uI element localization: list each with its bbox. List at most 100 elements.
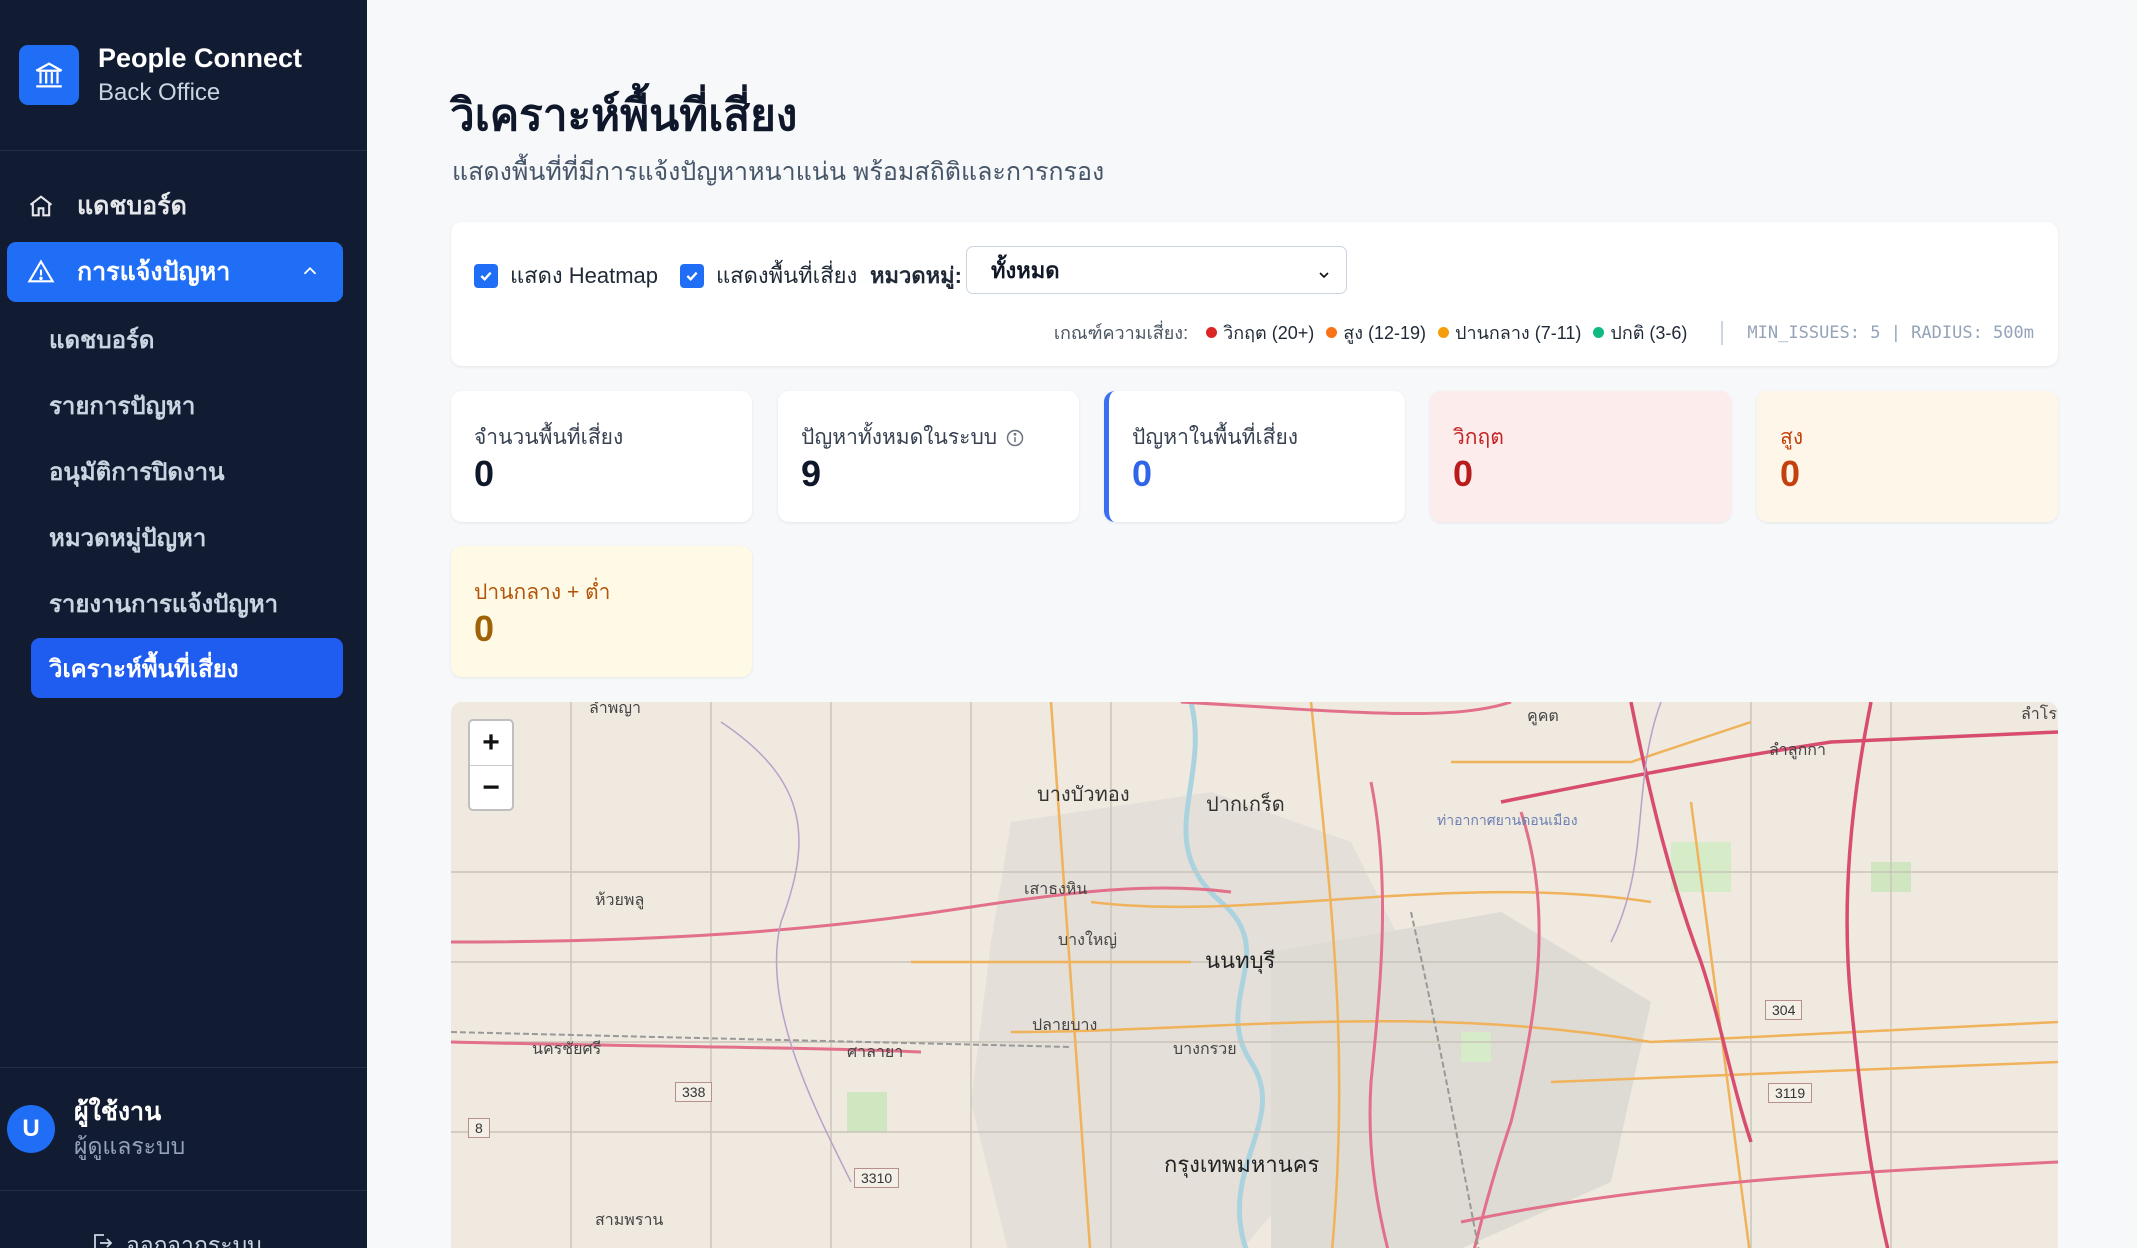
stat-total-issues-label: ปัญหาทั้งหมดในระบบ xyxy=(801,426,998,449)
legend-dot-normal xyxy=(1593,327,1605,338)
warning-icon xyxy=(21,258,61,286)
user-role: ผู้ดูแลระบบ xyxy=(74,1133,186,1159)
stat-issues-in-risk: ปัญหาในพื้นที่เสี่ยง 0 xyxy=(1104,391,1405,522)
building-icon xyxy=(19,45,79,105)
map-label: ลำลูกกา xyxy=(1769,742,1826,759)
map-label: ลำพญา xyxy=(589,702,641,717)
road-shield: 3119 xyxy=(1768,1083,1813,1103)
stat-medium-low: ปานกลาง + ต่ำ 0 xyxy=(451,546,752,677)
chevron-down-icon xyxy=(1316,263,1332,289)
logout-icon xyxy=(90,1231,114,1248)
brand: People Connect Back Office xyxy=(0,0,367,151)
category-label: หมวดหมู่: xyxy=(870,263,962,288)
stat-issues-in-risk-label: ปัญหาในพื้นที่เสี่ยง xyxy=(1132,426,1299,449)
legend-title: เกณฑ์ความเสี่ยง: xyxy=(1053,323,1189,343)
map-label: คูคต xyxy=(1527,708,1559,725)
stat-issues-in-risk-value: 0 xyxy=(1132,453,1153,494)
zoom-control: + − xyxy=(468,719,514,811)
risk-legend: เกณฑ์ความเสี่ยง: วิกฤต (20+) สูง (12-19)… xyxy=(1054,318,2034,347)
stat-high-value: 0 xyxy=(1780,453,1801,494)
stat-total-issues-value: 9 xyxy=(801,453,822,494)
logout-button[interactable]: ออกจากระบบ xyxy=(90,1228,262,1248)
legend-label-normal: ปกติ (3-6) xyxy=(1610,323,1688,343)
category-select-value: ทั้งหมด xyxy=(991,257,1060,283)
checkbox-checked-icon[interactable] xyxy=(680,263,704,288)
user-profile: U ผู้ใช้งาน ผู้ดูแลระบบ xyxy=(0,1067,367,1191)
road-shield: 8 xyxy=(468,1118,490,1138)
legend-label-critical: วิกฤต (20+) xyxy=(1223,323,1315,343)
filter-panel: แสดง Heatmap แสดงพื้นที่เสี่ยง หมวดหมู่:… xyxy=(451,222,2058,366)
road-shield: 338 xyxy=(675,1082,713,1102)
risk-area-checkbox-label: แสดงพื้นที่เสี่ยง xyxy=(716,263,858,288)
map-label: เสาธงหิน xyxy=(1024,881,1088,898)
stat-risk-areas-label: จำนวนพื้นที่เสี่ยง xyxy=(474,426,624,449)
nav-issues-label: การแจ้งปัญหา xyxy=(77,258,231,286)
sub-nav-close-approval[interactable]: อนุมัติการปิดงาน xyxy=(31,441,343,501)
legend-item-critical: วิกฤต (20+) xyxy=(1206,318,1314,347)
legend-dot-high xyxy=(1326,327,1338,338)
sidebar: People Connect Back Office แดชบอร์ด การแ… xyxy=(0,0,367,1248)
legend-divider xyxy=(1721,320,1724,345)
map-label: ลำโร xyxy=(2021,706,2057,723)
stat-critical-label: วิกฤต xyxy=(1453,426,1504,449)
stat-total-issues: ปัญหาทั้งหมดในระบบ 9 xyxy=(778,391,1079,522)
map-label: สามพราน xyxy=(595,1212,664,1229)
map-label: บางกรวย xyxy=(1173,1041,1237,1058)
map-label: นนทบุรี xyxy=(1205,948,1276,973)
main-content: วิเคราะห์พื้นที่เสี่ยง แสดงพื้นที่ที่มีก… xyxy=(367,0,2137,1248)
brand-name: People Connect xyxy=(98,43,303,73)
stat-risk-areas: จำนวนพื้นที่เสี่ยง 0 xyxy=(451,391,752,522)
page-subtitle: แสดงพื้นที่ที่มีการแจ้งปัญหาหนาแน่น พร้อ… xyxy=(452,158,1105,186)
map-label: ปากเกร็ด xyxy=(1206,794,1285,816)
map-label: ท่าอากาศยานดอนเมือง xyxy=(1437,812,1578,828)
risk-area-checkbox[interactable]: แสดงพื้นที่เสี่ยง xyxy=(680,258,857,293)
zoom-out-button[interactable]: − xyxy=(470,765,512,809)
analysis-params: MIN_ISSUES: 5 | RADIUS: 500m xyxy=(1747,322,2034,343)
home-icon xyxy=(21,192,61,220)
map-label: นครชัยศรี xyxy=(532,1041,602,1058)
sub-nav-dashboard[interactable]: แดชบอร์ด xyxy=(31,309,343,369)
map-label: ปลายบาง xyxy=(1032,1017,1098,1034)
legend-label-medium: ปานกลาง (7-11) xyxy=(1455,323,1582,343)
legend-item-high: สูง (12-19) xyxy=(1326,318,1426,347)
legend-dot-medium xyxy=(1438,327,1450,338)
zoom-in-button[interactable]: + xyxy=(470,721,512,765)
risk-map[interactable]: + − บางบัวทอง ปากเกร็ด นนทบุรี กรุงเทพมห… xyxy=(451,702,2058,1248)
nav-dashboard-label: แดชบอร์ด xyxy=(77,192,187,220)
map-label: บางบัวทอง xyxy=(1037,784,1130,806)
stat-critical: วิกฤต 0 xyxy=(1430,391,1731,522)
map-label: กรุงเทพมหานคร xyxy=(1164,1152,1320,1177)
nav-issues[interactable]: การแจ้งปัญหา xyxy=(7,242,343,302)
stat-critical-value: 0 xyxy=(1453,453,1474,494)
sub-nav-categories[interactable]: หมวดหมู่ปัญหา xyxy=(31,507,343,567)
stat-high-label: สูง xyxy=(1780,426,1804,449)
legend-label-high: สูง (12-19) xyxy=(1343,323,1427,343)
map-label: ศาลายา xyxy=(847,1044,904,1061)
category-select[interactable]: ทั้งหมด xyxy=(966,246,1347,294)
map-label: ห้วยพลู xyxy=(595,892,645,909)
stat-high: สูง 0 xyxy=(1757,391,2058,522)
heatmap-checkbox[interactable]: แสดง Heatmap xyxy=(474,258,658,293)
page-title: วิเคราะห์พื้นที่เสี่ยง xyxy=(450,91,798,140)
legend-item-normal: ปกติ (3-6) xyxy=(1593,318,1687,347)
nav-dashboard[interactable]: แดชบอร์ด xyxy=(7,176,343,236)
user-name: ผู้ใช้งาน xyxy=(74,1098,162,1126)
stat-medium-low-label: ปานกลาง + ต่ำ xyxy=(474,581,611,604)
stat-risk-areas-value: 0 xyxy=(474,453,495,494)
stat-total-issues-label-row: ปัญหาทั้งหมดในระบบ xyxy=(801,421,1025,454)
legend-dot-critical xyxy=(1206,327,1218,338)
sub-nav-risk-analysis[interactable]: วิเคราะห์พื้นที่เสี่ยง xyxy=(31,638,343,698)
map-label: บางใหญ่ xyxy=(1058,932,1117,949)
checkbox-checked-icon[interactable] xyxy=(474,263,498,288)
legend-item-medium: ปานกลาง (7-11) xyxy=(1438,318,1581,347)
chevron-up-icon[interactable] xyxy=(299,260,321,289)
sub-nav-issue-list[interactable]: รายการปัญหา xyxy=(31,375,343,435)
sub-nav-reports[interactable]: รายงานการแจ้งปัญหา xyxy=(31,573,343,633)
info-icon[interactable] xyxy=(1005,428,1025,448)
brand-subtitle: Back Office xyxy=(98,79,221,106)
avatar: U xyxy=(7,1105,55,1153)
logout-label: ออกจากระบบ xyxy=(126,1232,262,1248)
road-shield: 3310 xyxy=(854,1168,900,1188)
stat-medium-low-value: 0 xyxy=(474,608,495,649)
heatmap-checkbox-label: แสดง Heatmap xyxy=(510,263,659,288)
